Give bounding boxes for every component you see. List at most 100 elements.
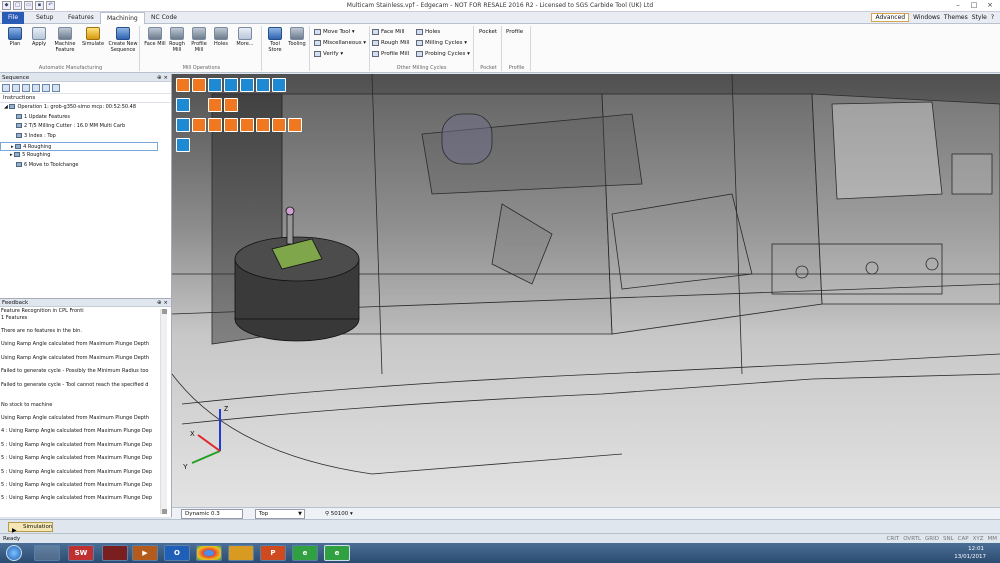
powerpoint-app[interactable]: P (260, 545, 286, 561)
scroll-down-icon[interactable] (162, 509, 167, 514)
pin-icon[interactable]: ⊕ × (157, 74, 168, 82)
tooling-label: Tooling (288, 41, 306, 47)
help-icon[interactable] (52, 83, 60, 92)
advanced-button[interactable]: Advanced (871, 13, 910, 22)
filter-icon[interactable] (42, 83, 50, 92)
more-button[interactable]: More... (234, 27, 256, 47)
simulate-button[interactable]: Simulate (82, 27, 104, 47)
edgecam-app-1[interactable]: e (292, 545, 318, 561)
view-iso5-icon[interactable] (288, 118, 302, 132)
profile-mill-button[interactable]: Profile Mill (188, 27, 210, 53)
tab-simulation[interactable]: ▶ Simulation (8, 522, 53, 534)
view-back-icon[interactable] (176, 118, 190, 132)
refresh-icon[interactable] (2, 83, 10, 92)
red-app[interactable] (102, 545, 128, 561)
milling-cycles-button[interactable]: Milling Cycles ▾ (416, 38, 467, 48)
dynamic-rotation-field[interactable]: Dynamic 0.3 (181, 509, 243, 519)
holes-cycle-button[interactable]: Holes (416, 27, 440, 37)
miscellaneous-button[interactable]: Miscellaneous ▾ (314, 38, 366, 48)
feedback-scrollbar[interactable] (160, 309, 167, 514)
view-side-icon[interactable] (224, 98, 238, 112)
miscellaneous-icon (314, 39, 321, 46)
machine-feature-button[interactable]: Machine Feature (54, 27, 76, 53)
tab-machining[interactable]: Machining (100, 12, 145, 24)
face-mill-cycle-button[interactable]: Face Mill (372, 27, 405, 37)
clock-date[interactable]: 13/01/2017 (954, 554, 986, 560)
pin-icon[interactable]: ⊕ × (157, 299, 168, 307)
scroll-up-icon[interactable] (162, 309, 167, 314)
windows-menu[interactable]: Windows (913, 14, 940, 21)
tree-item[interactable]: ▸ 5 Roughing (0, 151, 171, 161)
clock-time[interactable]: 12:01 (968, 546, 984, 552)
create-new-sequence-button[interactable]: Create New Sequence (108, 27, 138, 53)
view-list-icon[interactable] (256, 78, 270, 92)
view-shade-icon[interactable] (224, 78, 238, 92)
view-layer-icon[interactable] (208, 78, 222, 92)
probing-cycles-icon (416, 50, 423, 57)
tree-item[interactable]: 2 T/5 Milling Cutter : 16.0 MM Multi Car… (0, 122, 171, 132)
style-menu[interactable]: Style (972, 14, 987, 21)
profile-button[interactable]: Profile (506, 27, 523, 37)
verify-button[interactable]: Verify ▾ (314, 49, 343, 59)
view-top-icon[interactable] (208, 98, 222, 112)
tree-item[interactable]: 1 Update Features (0, 113, 171, 123)
profile-mill-cycle-button[interactable]: Profile Mill (372, 49, 409, 59)
view-iso-icon[interactable] (176, 78, 190, 92)
tooling-button[interactable]: Tooling (286, 27, 308, 47)
view-iso4-icon[interactable] (272, 118, 286, 132)
view-select[interactable]: Top ▼ (255, 509, 305, 519)
view-front-icon[interactable] (176, 98, 190, 112)
sequence-panel-header: Sequence ⊕ × (0, 74, 171, 82)
zoom-field[interactable]: ⚲ 50100 ▾ (325, 509, 365, 519)
maximize-button[interactable]: □ (966, 0, 982, 11)
tool-store-button[interactable]: Tool Store (264, 27, 286, 53)
help-icon[interactable]: ? (991, 14, 994, 21)
apply-button[interactable]: Apply (28, 27, 50, 47)
plan-button[interactable]: Plan (4, 27, 26, 47)
probing-cycles-button[interactable]: Probing Cycles ▾ (416, 49, 470, 59)
minimize-button[interactable]: – (950, 0, 966, 11)
view-iso3-icon[interactable] (256, 118, 270, 132)
outlook-app[interactable]: O (164, 545, 190, 561)
expand-icon[interactable] (22, 83, 30, 92)
collapse-icon[interactable] (32, 83, 40, 92)
cam-app[interactable] (228, 545, 254, 561)
edgecam-app-2[interactable]: e (324, 545, 350, 561)
rough-mill-cycle-button[interactable]: Rough Mill (372, 38, 409, 48)
explorer-app[interactable] (34, 545, 60, 561)
tab-nc-code[interactable]: NC Code (145, 12, 183, 24)
pocket-group: Pocket Pocket (476, 26, 502, 71)
tree-item-selected[interactable]: ▸ 4 Roughing (0, 141, 158, 152)
tree-item[interactable]: 3 Index : Top (0, 132, 171, 142)
face-mill-button[interactable]: Face Mill (144, 27, 166, 47)
view-solid-icon[interactable] (192, 78, 206, 92)
view-dim-icon[interactable] (176, 138, 190, 152)
title-bar: ◆ □ ▭ ▪ ↶ Multicam Stainless.vpf - Edgec… (0, 0, 1000, 12)
zoom-icon[interactable] (240, 78, 254, 92)
solidworks-app[interactable]: SW (68, 545, 94, 561)
pocket-button[interactable]: Pocket (479, 27, 497, 37)
move-tool-button[interactable]: Move Tool ▾ (314, 27, 355, 37)
tree-item[interactable]: 6 Move to Toolchange (0, 161, 171, 171)
view-right-icon[interactable] (208, 118, 222, 132)
rough-mill-label: Rough Mill (169, 41, 185, 53)
view-fit-icon[interactable] (272, 78, 286, 92)
tree-item-operation[interactable]: ◢ Operation 1: grob-g350-simo mcp: 00:52… (0, 103, 171, 113)
feedback-list: Feature Recognition in CPL Fronti 1 Feat… (1, 308, 159, 514)
start-button[interactable] (6, 545, 22, 561)
holes-button[interactable]: Holes (210, 27, 232, 47)
close-button[interactable]: × (982, 0, 998, 11)
view-bottom-icon[interactable] (224, 118, 238, 132)
chrome-app[interactable] (196, 545, 222, 561)
tab-setup[interactable]: Setup (30, 12, 59, 24)
view-left-icon[interactable] (192, 118, 206, 132)
tab-file[interactable]: File (2, 12, 24, 24)
graphics-viewport[interactable]: Z Y X (172, 74, 1000, 507)
themes-menu[interactable]: Themes (944, 14, 968, 21)
tab-features[interactable]: Features (62, 12, 100, 24)
rough-mill-button[interactable]: Rough Mill (166, 27, 188, 53)
view-iso2-icon[interactable] (240, 118, 254, 132)
media-app[interactable]: ▶ (132, 545, 158, 561)
chevron-down-icon: ▼ (298, 511, 302, 517)
list-icon[interactable] (12, 83, 20, 92)
